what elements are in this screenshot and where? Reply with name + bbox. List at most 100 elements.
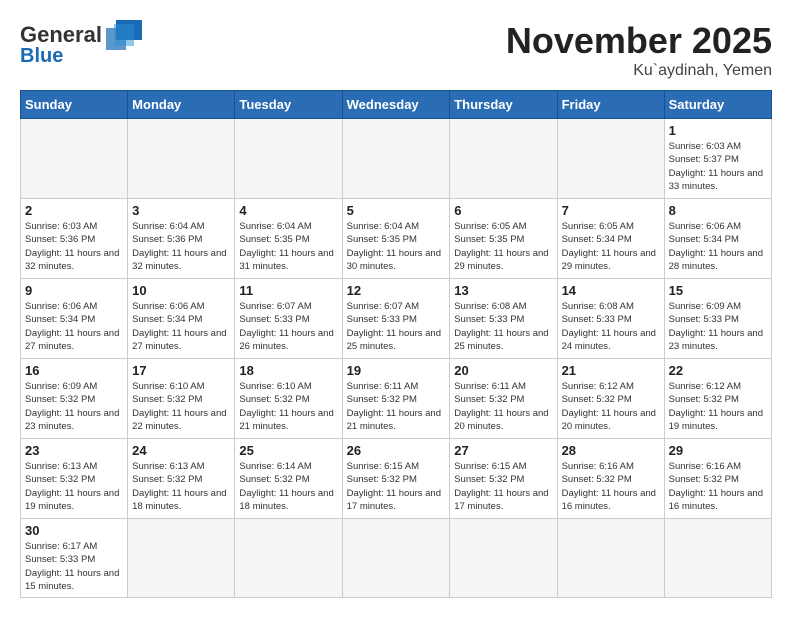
day-info: Sunrise: 6:15 AM Sunset: 5:32 PM Dayligh… bbox=[454, 460, 552, 513]
day-number: 27 bbox=[454, 443, 552, 458]
calendar-day-cell: 13 Sunrise: 6:08 AM Sunset: 5:33 PM Dayli… bbox=[450, 279, 557, 359]
calendar-week-row: 30 Sunrise: 6:17 AM Sunset: 5:33 PM Dayli… bbox=[21, 519, 772, 598]
logo-icon bbox=[106, 20, 142, 50]
day-number: 14 bbox=[562, 283, 660, 298]
day-info: Sunrise: 6:03 AM Sunset: 5:36 PM Dayligh… bbox=[25, 220, 123, 273]
day-info: Sunrise: 6:04 AM Sunset: 5:35 PM Dayligh… bbox=[347, 220, 446, 273]
day-info: Sunrise: 6:12 AM Sunset: 5:32 PM Dayligh… bbox=[562, 380, 660, 433]
logo-text-general: General bbox=[20, 24, 102, 46]
title-block: November 2025 Ku`aydinah, Yemen bbox=[506, 20, 772, 80]
calendar-header-saturday: Saturday bbox=[664, 91, 771, 119]
calendar-day-cell bbox=[235, 519, 342, 598]
calendar-header-thursday: Thursday bbox=[450, 91, 557, 119]
calendar-day-cell: 25 Sunrise: 6:14 AM Sunset: 5:32 PM Dayli… bbox=[235, 439, 342, 519]
calendar-day-cell: 14Sunrise: 6:08 AM Sunset: 5:33 PM Dayli… bbox=[557, 279, 664, 359]
day-number: 12 bbox=[347, 283, 446, 298]
calendar-day-cell: 5 Sunrise: 6:04 AM Sunset: 5:35 PM Daylig… bbox=[342, 199, 450, 279]
day-info: Sunrise: 6:16 AM Sunset: 5:32 PM Dayligh… bbox=[669, 460, 767, 513]
day-number: 22 bbox=[669, 363, 767, 378]
calendar-day-cell: 7 Sunrise: 6:05 AM Sunset: 5:34 PM Daylig… bbox=[557, 199, 664, 279]
calendar-day-cell: 10 Sunrise: 6:06 AM Sunset: 5:34 PM Dayli… bbox=[128, 279, 235, 359]
day-number: 20 bbox=[454, 363, 552, 378]
calendar-day-cell bbox=[450, 119, 557, 199]
day-info: Sunrise: 6:04 AM Sunset: 5:36 PM Dayligh… bbox=[132, 220, 230, 273]
calendar-day-cell: 27 Sunrise: 6:15 AM Sunset: 5:32 PM Dayli… bbox=[450, 439, 557, 519]
calendar-day-cell: 30 Sunrise: 6:17 AM Sunset: 5:33 PM Dayli… bbox=[21, 519, 128, 598]
day-info: Sunrise: 6:10 AM Sunset: 5:32 PM Dayligh… bbox=[132, 380, 230, 433]
logo: General Blue bbox=[20, 20, 142, 66]
calendar-day-cell bbox=[342, 519, 450, 598]
calendar-day-cell: 26 Sunrise: 6:15 AM Sunset: 5:32 PM Dayli… bbox=[342, 439, 450, 519]
day-number: 2 bbox=[25, 203, 123, 218]
calendar-day-cell: 4 Sunrise: 6:04 AM Sunset: 5:35 PM Daylig… bbox=[235, 199, 342, 279]
day-number: 1 bbox=[669, 123, 767, 138]
day-info: Sunrise: 6:12 AM Sunset: 5:32 PM Dayligh… bbox=[669, 380, 767, 433]
calendar-day-cell: 23Sunrise: 6:13 AM Sunset: 5:32 PM Dayli… bbox=[21, 439, 128, 519]
day-number: 21 bbox=[562, 363, 660, 378]
calendar-day-cell: 6 Sunrise: 6:05 AM Sunset: 5:35 PM Daylig… bbox=[450, 199, 557, 279]
day-info: Sunrise: 6:03 AM Sunset: 5:37 PM Dayligh… bbox=[669, 140, 767, 193]
calendar-day-cell: 11Sunrise: 6:07 AM Sunset: 5:33 PM Dayli… bbox=[235, 279, 342, 359]
calendar-day-cell: 3Sunrise: 6:04 AM Sunset: 5:36 PM Daylig… bbox=[128, 199, 235, 279]
calendar-day-cell bbox=[128, 519, 235, 598]
day-info: Sunrise: 6:13 AM Sunset: 5:32 PM Dayligh… bbox=[25, 460, 123, 513]
day-number: 30 bbox=[25, 523, 123, 538]
day-info: Sunrise: 6:08 AM Sunset: 5:33 PM Dayligh… bbox=[454, 300, 552, 353]
day-number: 17 bbox=[132, 363, 230, 378]
day-info: Sunrise: 6:09 AM Sunset: 5:32 PM Dayligh… bbox=[25, 380, 123, 433]
day-info: Sunrise: 6:15 AM Sunset: 5:32 PM Dayligh… bbox=[347, 460, 446, 513]
calendar-day-cell: 8 Sunrise: 6:06 AM Sunset: 5:34 PM Daylig… bbox=[664, 199, 771, 279]
day-number: 5 bbox=[347, 203, 446, 218]
calendar-day-cell: 9Sunrise: 6:06 AM Sunset: 5:34 PM Daylig… bbox=[21, 279, 128, 359]
calendar-header-sunday: Sunday bbox=[21, 91, 128, 119]
location: Ku`aydinah, Yemen bbox=[506, 62, 772, 80]
day-number: 19 bbox=[347, 363, 446, 378]
calendar-header-row: SundayMondayTuesdayWednesdayThursdayFrid… bbox=[21, 91, 772, 119]
calendar-header-wednesday: Wednesday bbox=[342, 91, 450, 119]
calendar-week-row: 16 Sunrise: 6:09 AM Sunset: 5:32 PM Dayli… bbox=[21, 359, 772, 439]
calendar-day-cell bbox=[450, 519, 557, 598]
day-number: 25 bbox=[239, 443, 337, 458]
day-number: 4 bbox=[239, 203, 337, 218]
day-info: Sunrise: 6:05 AM Sunset: 5:35 PM Dayligh… bbox=[454, 220, 552, 273]
day-info: Sunrise: 6:17 AM Sunset: 5:33 PM Dayligh… bbox=[25, 540, 123, 593]
month-title: November 2025 bbox=[506, 20, 772, 62]
day-number: 18 bbox=[239, 363, 337, 378]
calendar-day-cell bbox=[342, 119, 450, 199]
day-info: Sunrise: 6:16 AM Sunset: 5:32 PM Dayligh… bbox=[562, 460, 660, 513]
logo-text-blue: Blue bbox=[20, 46, 63, 66]
calendar-day-cell bbox=[557, 119, 664, 199]
calendar-day-cell bbox=[664, 519, 771, 598]
day-info: Sunrise: 6:13 AM Sunset: 5:32 PM Dayligh… bbox=[132, 460, 230, 513]
day-number: 16 bbox=[25, 363, 123, 378]
day-number: 13 bbox=[454, 283, 552, 298]
calendar-day-cell: 15Sunrise: 6:09 AM Sunset: 5:33 PM Dayli… bbox=[664, 279, 771, 359]
calendar-day-cell bbox=[128, 119, 235, 199]
calendar-day-cell: 24 Sunrise: 6:13 AM Sunset: 5:32 PM Dayli… bbox=[128, 439, 235, 519]
day-info: Sunrise: 6:07 AM Sunset: 5:33 PM Dayligh… bbox=[239, 300, 337, 353]
calendar-table: SundayMondayTuesdayWednesdayThursdayFrid… bbox=[20, 90, 772, 598]
calendar-day-cell: 21 Sunrise: 6:12 AM Sunset: 5:32 PM Dayli… bbox=[557, 359, 664, 439]
calendar-day-cell: 2 Sunrise: 6:03 AM Sunset: 5:36 PM Daylig… bbox=[21, 199, 128, 279]
calendar-day-cell: 16 Sunrise: 6:09 AM Sunset: 5:32 PM Dayli… bbox=[21, 359, 128, 439]
day-info: Sunrise: 6:11 AM Sunset: 5:32 PM Dayligh… bbox=[347, 380, 446, 433]
calendar-day-cell: 17 Sunrise: 6:10 AM Sunset: 5:32 PM Dayli… bbox=[128, 359, 235, 439]
day-number: 6 bbox=[454, 203, 552, 218]
calendar-day-cell: 22 Sunrise: 6:12 AM Sunset: 5:32 PM Dayli… bbox=[664, 359, 771, 439]
calendar-day-cell: 20Sunrise: 6:11 AM Sunset: 5:32 PM Dayli… bbox=[450, 359, 557, 439]
day-info: Sunrise: 6:06 AM Sunset: 5:34 PM Dayligh… bbox=[132, 300, 230, 353]
day-info: Sunrise: 6:14 AM Sunset: 5:32 PM Dayligh… bbox=[239, 460, 337, 513]
day-number: 24 bbox=[132, 443, 230, 458]
day-info: Sunrise: 6:05 AM Sunset: 5:34 PM Dayligh… bbox=[562, 220, 660, 273]
day-info: Sunrise: 6:10 AM Sunset: 5:32 PM Dayligh… bbox=[239, 380, 337, 433]
day-number: 10 bbox=[132, 283, 230, 298]
day-info: Sunrise: 6:04 AM Sunset: 5:35 PM Dayligh… bbox=[239, 220, 337, 273]
calendar-header-tuesday: Tuesday bbox=[235, 91, 342, 119]
calendar-week-row: 23Sunrise: 6:13 AM Sunset: 5:32 PM Dayli… bbox=[21, 439, 772, 519]
day-number: 8 bbox=[669, 203, 767, 218]
day-number: 7 bbox=[562, 203, 660, 218]
day-number: 26 bbox=[347, 443, 446, 458]
calendar-header-friday: Friday bbox=[557, 91, 664, 119]
calendar-day-cell: 29Sunrise: 6:16 AM Sunset: 5:32 PM Dayli… bbox=[664, 439, 771, 519]
day-info: Sunrise: 6:06 AM Sunset: 5:34 PM Dayligh… bbox=[669, 220, 767, 273]
